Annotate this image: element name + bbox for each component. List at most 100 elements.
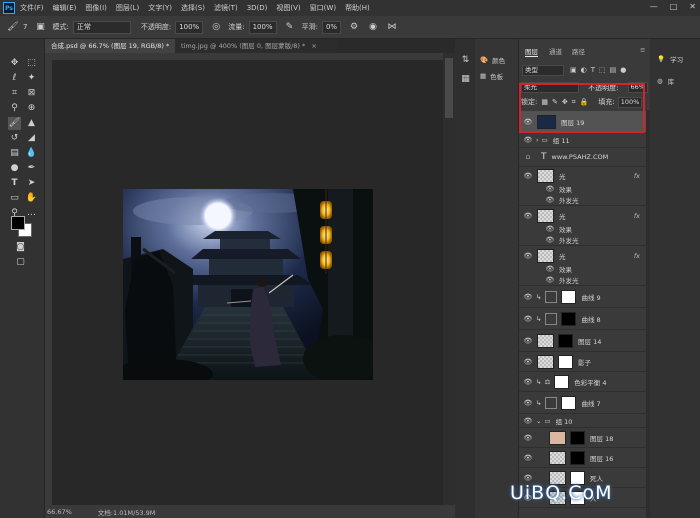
effects-row[interactable]: 👁 效果 — [519, 224, 646, 234]
pen-tool-icon[interactable]: ✒ — [25, 162, 38, 175]
layer-row-curves7[interactable]: 👁 ↳ 曲线 7 — [519, 392, 646, 414]
eye-icon[interactable]: 👁 — [523, 315, 533, 323]
menu-type[interactable]: 文字(Y) — [148, 3, 172, 13]
layer-row-colorbalance4[interactable]: 👁 ↳ ⚖ 色彩平衡 4 — [519, 372, 646, 392]
more-tools-icon[interactable]: … — [25, 207, 38, 220]
eye-icon[interactable]: 👁 — [523, 293, 533, 301]
eye-icon[interactable]: 👁 — [523, 172, 533, 180]
zoom-level[interactable]: 66.67% — [47, 508, 72, 516]
maximize-button[interactable]: □ — [670, 2, 678, 11]
eye-icon[interactable]: 👁 — [523, 378, 533, 386]
menu-help[interactable]: 帮助(H) — [345, 3, 370, 13]
flow-field[interactable]: 100% — [248, 20, 277, 34]
color-panel-button[interactable]: 🎨 颜色 — [480, 55, 505, 65]
pressure-size-icon[interactable]: ◉ — [367, 21, 379, 33]
layer-mask-thumbnail[interactable] — [570, 430, 585, 445]
eye-icon[interactable]: 👁 — [523, 417, 533, 425]
layer-mask-thumbnail[interactable] — [558, 333, 573, 348]
healing-brush-icon[interactable]: ⊕ — [25, 102, 38, 115]
gradient-tool-icon[interactable]: ▤ — [8, 147, 21, 160]
menu-select[interactable]: 选择(S) — [181, 3, 205, 13]
tab-channels[interactable]: 通道 — [549, 46, 562, 56]
eye-icon[interactable]: 👁 — [523, 399, 533, 407]
eye-icon[interactable]: 👁 — [545, 196, 555, 204]
eye-icon[interactable]: 👁 — [523, 337, 533, 345]
layer-mask-thumbnail[interactable] — [561, 311, 577, 326]
menu-edit[interactable]: 编辑(E) — [53, 3, 77, 13]
eye-icon[interactable]: 👁 — [523, 136, 533, 144]
eye-icon[interactable]: 👁 — [545, 265, 555, 273]
layer-row-light3[interactable]: 👁 光 fx — [519, 247, 646, 264]
layer-row-group10[interactable]: 👁 ⌄ ▭ 组 10 — [519, 414, 646, 428]
eye-icon[interactable]: 👁 — [523, 454, 533, 462]
brush-tool-icon[interactable]: 🖌 — [7, 21, 19, 33]
history-panel-icon[interactable]: ⇅ — [459, 54, 472, 67]
layer-mask-thumbnail[interactable] — [554, 374, 570, 389]
eye-icon[interactable]: 👁 — [523, 358, 533, 366]
effect-outer-glow-row[interactable]: 👁 外发光 — [519, 235, 646, 246]
layer-row-light2[interactable]: 👁 光 fx — [519, 207, 646, 224]
airbrush-icon[interactable]: ✎ — [284, 21, 296, 33]
tab-document-composite[interactable]: 合成.psd @ 66.7% (图层 19, RGB/8) * × — [45, 39, 181, 53]
fx-icon[interactable]: fx — [634, 252, 640, 260]
brush-settings-icon[interactable]: ▣ — [34, 21, 46, 33]
smoothing-settings-icon[interactable]: ⚙ — [348, 21, 360, 33]
effect-outer-glow-row[interactable]: 👁 外发光 — [519, 275, 646, 286]
layer-row-light1[interactable]: 👁 光 fx — [519, 167, 646, 184]
filter-kind-select[interactable]: 类型 — [522, 64, 564, 76]
tab-close-icon[interactable]: × — [311, 42, 316, 50]
lasso-tool-icon[interactable]: ℓ — [8, 72, 21, 85]
chevron-down-icon[interactable]: ⌄ — [536, 417, 541, 425]
pressure-opacity-icon[interactable]: ◎ — [210, 21, 222, 33]
crop-tool-icon[interactable]: ⌗ — [8, 87, 21, 100]
magic-wand-icon[interactable]: ✦ — [25, 72, 38, 85]
eye-icon[interactable]: 👁 — [545, 185, 555, 193]
menu-filter[interactable]: 滤镜(T) — [214, 3, 238, 13]
symmetry-icon[interactable]: ⋈ — [386, 21, 398, 33]
move-tool-icon[interactable]: ✥ — [8, 57, 21, 70]
eye-icon[interactable]: 👁 — [545, 225, 555, 233]
brush-size[interactable]: 7 — [23, 23, 27, 31]
library-panel-button[interactable]: ◍ 库 — [657, 76, 674, 86]
history-brush-icon[interactable]: ↺ — [8, 132, 21, 145]
menu-view[interactable]: 视图(V) — [276, 3, 300, 13]
tab-layers[interactable]: 图层 — [525, 46, 538, 57]
menu-image[interactable]: 图像(I) — [85, 3, 107, 13]
marquee-tool-icon[interactable]: ⬚ — [25, 57, 38, 70]
hand-tool-icon[interactable]: ✋ — [25, 192, 38, 205]
layer-row-shadow[interactable]: 👁 影子 — [519, 352, 646, 372]
eye-icon[interactable]: 👁 — [523, 474, 533, 482]
screen-mode-icon[interactable]: ▢ — [14, 256, 27, 269]
path-select-icon[interactable]: ➤ — [25, 177, 38, 190]
layer-row-layer16[interactable]: 👁 图层 16 — [519, 448, 646, 468]
eye-icon[interactable]: 👁 — [523, 252, 533, 260]
tab-paths[interactable]: 路径 — [572, 46, 585, 56]
dodge-tool-icon[interactable]: ● — [8, 162, 21, 175]
layer-mask-thumbnail[interactable] — [570, 450, 585, 465]
quick-mask-icon[interactable]: ◙ — [14, 241, 27, 254]
smoothing-field[interactable]: 0% — [321, 20, 342, 34]
eye-hidden-icon[interactable]: ▫ — [523, 153, 533, 161]
effect-outer-glow-row[interactable]: 👁 外发光 — [519, 195, 646, 206]
eye-icon[interactable]: 👁 — [523, 434, 533, 442]
menu-window[interactable]: 窗口(W) — [310, 3, 336, 13]
shape-tool-icon[interactable]: ▭ — [8, 192, 21, 205]
minimize-button[interactable]: — — [650, 2, 658, 11]
document-canvas-image[interactable] — [123, 189, 373, 380]
eraser-tool-icon[interactable]: ◢ — [25, 132, 38, 145]
blur-tool-icon[interactable]: 💧 — [25, 147, 38, 160]
stamp-tool-icon[interactable]: ▲ — [25, 117, 38, 130]
layer-mask-thumbnail[interactable] — [558, 354, 573, 369]
menu-3d[interactable]: 3D(D) — [247, 4, 268, 12]
layer-row-text[interactable]: ▫ T www.PSAHZ.COM — [519, 148, 646, 167]
fx-icon[interactable]: fx — [634, 212, 640, 220]
menu-file[interactable]: 文件(F) — [20, 3, 44, 13]
canvas-scrollbar-thumb[interactable] — [445, 58, 453, 118]
tab-document-timg[interactable]: timg.jpg @ 400% (图层 0, 图层蒙版/8) * × — [175, 39, 337, 53]
canvas-scrollbar[interactable] — [443, 53, 455, 505]
effects-row[interactable]: 👁 效果 — [519, 264, 646, 274]
frame-tool-icon[interactable]: ⊠ — [25, 87, 38, 100]
eyedropper-tool-icon[interactable]: ⚲ — [8, 102, 21, 115]
layer-row-curves8[interactable]: 👁 ↳ 曲线 8 — [519, 308, 646, 330]
layer-row-layer18[interactable]: 👁 图层 18 — [519, 428, 646, 448]
